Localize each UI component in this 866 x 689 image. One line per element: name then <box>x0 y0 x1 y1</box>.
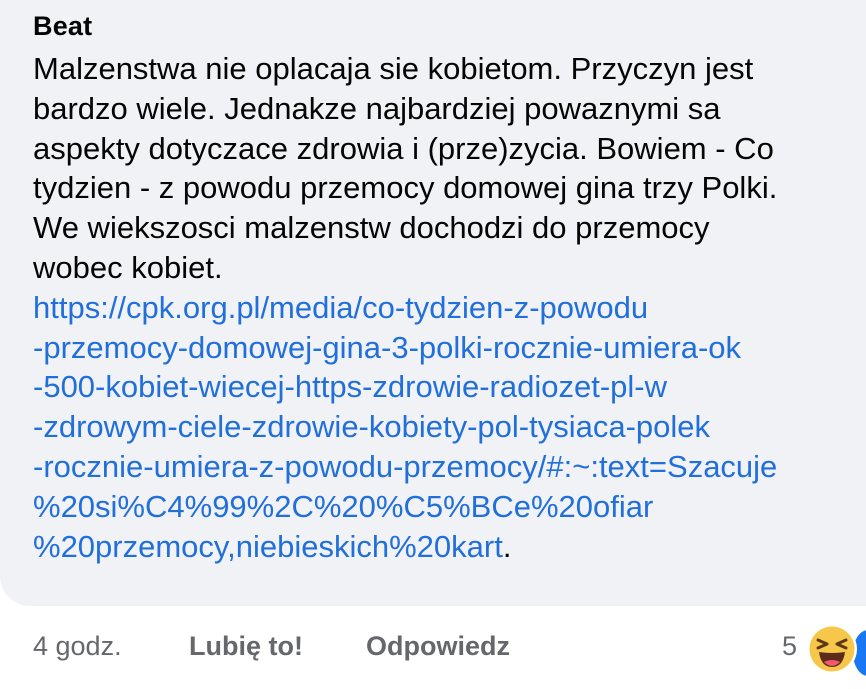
comment-bubble: Beat Malzenstwa nie oplacaja sie kobieto… <box>0 0 866 606</box>
link-suffix: . <box>502 528 512 564</box>
comment-actions: 4 godz. Lubię to! Odpowiedz 5 <box>0 615 866 679</box>
comment-timestamp[interactable]: 4 godz. <box>33 631 122 662</box>
like-button[interactable]: Lubię to! <box>189 631 303 662</box>
comment-link[interactable]: https://cpk.org.pl/media/co-tydzien-z-po… <box>33 290 777 564</box>
reply-button[interactable]: Odpowiedz <box>366 631 510 662</box>
comment-text: Malzenstwa nie oplacaja sie kobietom. Pr… <box>33 51 778 285</box>
reaction-count[interactable]: 5 <box>782 631 797 662</box>
comment-link-wrap: https://cpk.org.pl/media/co-tydzien-z-po… <box>33 288 846 567</box>
laughing-emoji-icon[interactable] <box>806 623 858 675</box>
comment-author[interactable]: Beat <box>33 8 846 44</box>
